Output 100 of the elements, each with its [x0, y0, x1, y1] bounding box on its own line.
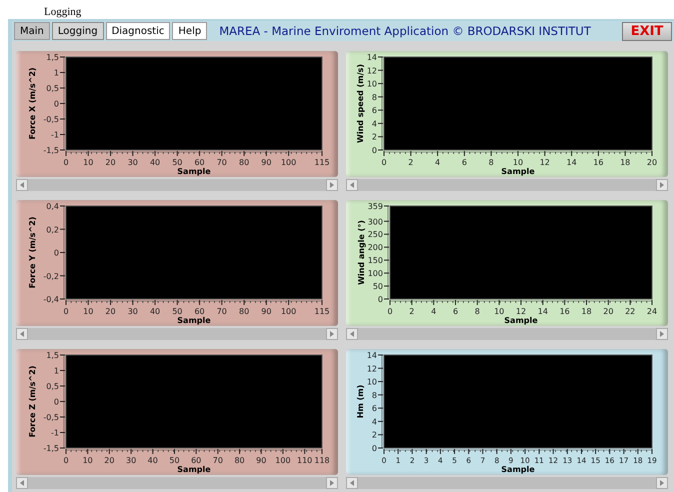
tick-label: 40 [148, 456, 158, 465]
tick-label: -1 [51, 428, 59, 438]
tick-label: 40 [150, 158, 160, 167]
tick-label: 22 [625, 307, 636, 316]
tick-label: 14 [538, 307, 548, 316]
tick-label: 0 [63, 307, 69, 316]
scrollbar[interactable] [346, 328, 668, 340]
tick-label: 30 [128, 307, 138, 316]
tick-label: 10 [83, 307, 94, 316]
tick-label: -1,5 [43, 146, 59, 155]
scroll-right-icon[interactable] [656, 179, 668, 191]
axis-label: Sample [501, 167, 535, 176]
tick-label: 10 [494, 307, 504, 316]
tick-label: 10 [366, 80, 377, 89]
tick-label: 40 [150, 307, 160, 316]
tick-label: 8 [372, 92, 377, 102]
scrollbar[interactable] [16, 477, 338, 489]
tab[interactable]: Help [172, 22, 208, 40]
scroll-right-icon[interactable] [326, 179, 338, 191]
tick-label: 1 [54, 68, 59, 78]
tick-label: 4 [435, 158, 440, 167]
tick-label: 0,4 [46, 202, 59, 211]
tab[interactable]: Diagnostic [106, 22, 170, 40]
scroll-right-icon[interactable] [326, 477, 338, 489]
tick-label: 300 [368, 217, 383, 226]
tick-label: 80 [239, 307, 250, 316]
scrollbar[interactable] [346, 179, 668, 191]
tick-label: 70 [216, 158, 227, 167]
tab[interactable]: Main [14, 22, 50, 40]
tick-label: 50 [169, 456, 180, 465]
scroll-left-icon[interactable] [16, 179, 28, 191]
tick-label: 0 [378, 295, 383, 304]
tick-label: 14 [566, 158, 577, 167]
scroll-left-icon[interactable] [16, 477, 28, 489]
tick-label: 100 [275, 456, 291, 465]
tick-label: 80 [239, 158, 250, 167]
scrollbar[interactable] [346, 477, 668, 489]
tick-label: 60 [194, 307, 205, 316]
tick-label: 8 [372, 390, 377, 400]
scroll-right-icon[interactable] [656, 477, 668, 489]
axis-label: Force Y (m/s^2) [28, 216, 37, 288]
tick-label: 18 [620, 158, 630, 167]
tick-label: 10 [366, 378, 377, 387]
scroll-left-icon[interactable] [346, 179, 358, 191]
scroll-left-icon[interactable] [346, 328, 358, 340]
tick-label: -1,5 [43, 444, 59, 453]
tick-label: 1,5 [46, 53, 59, 62]
tick-label: 50 [172, 307, 182, 316]
tick-label: 100 [280, 158, 296, 167]
tick-label: 359 [368, 202, 383, 211]
tick-label: 0 [387, 307, 393, 316]
tick-label: 250 [368, 230, 383, 240]
tick-label: 0,5 [46, 382, 59, 391]
tick-label: 6 [462, 158, 467, 167]
tick-label: 80 [234, 456, 245, 465]
tick-label: 100 [368, 269, 383, 278]
scrollbar[interactable] [16, 179, 338, 191]
tick-label: 24 [646, 307, 658, 316]
tick-label: 1,5 [46, 351, 59, 360]
tick-label: -1 [51, 130, 59, 140]
tick-label: 20 [646, 158, 658, 167]
tick-label: 20 [105, 158, 116, 167]
scrollbar[interactable] [16, 328, 338, 340]
tick-label: -0,5 [43, 115, 59, 124]
tick-label: 50 [372, 282, 383, 292]
scroll-right-icon[interactable] [326, 328, 338, 340]
tick-label: 90 [261, 307, 272, 316]
tick-label: 6 [372, 106, 377, 116]
tick-label: 100 [280, 307, 296, 316]
axis-label: Sample [177, 465, 211, 474]
tick-label: 90 [261, 158, 272, 167]
scroll-left-icon[interactable] [346, 477, 358, 489]
tick-label: 0 [63, 456, 69, 465]
tick-label: 20 [105, 307, 116, 316]
tick-label: 0 [54, 248, 59, 258]
tick-label: 16 [593, 158, 604, 167]
tick-label: 6 [372, 404, 377, 414]
axis-label: Sample [504, 316, 538, 325]
tick-label: -0,4 [43, 295, 59, 304]
tick-label: 14 [366, 53, 377, 62]
tick-label: 2 [408, 158, 414, 167]
tick-label: 20 [104, 456, 114, 465]
tick-label: 200 [368, 243, 383, 252]
tick-label: 0 [381, 158, 387, 167]
scroll-right-icon[interactable] [656, 328, 668, 340]
tab[interactable]: Logging [52, 22, 104, 40]
tick-label: 12 [540, 158, 550, 167]
tick-label: 10 [82, 456, 93, 465]
tick-label: 50 [172, 158, 182, 167]
tick-label: 60 [191, 456, 202, 465]
axis-label: Wind angle (°) [357, 220, 366, 285]
tick-label: 0,2 [46, 225, 59, 234]
tick-label: 110 [297, 456, 312, 465]
tick-label: 18 [581, 307, 592, 316]
axis-label: Sample [501, 465, 535, 474]
scroll-left-icon[interactable] [16, 328, 28, 340]
tick-label: 12 [516, 307, 526, 316]
tick-label: 60 [194, 158, 205, 167]
tick-label: -0,2 [43, 272, 59, 281]
app-title: MAREA - Marine Enviroment Application © BRODARSKI INSTITUT [219, 24, 592, 38]
